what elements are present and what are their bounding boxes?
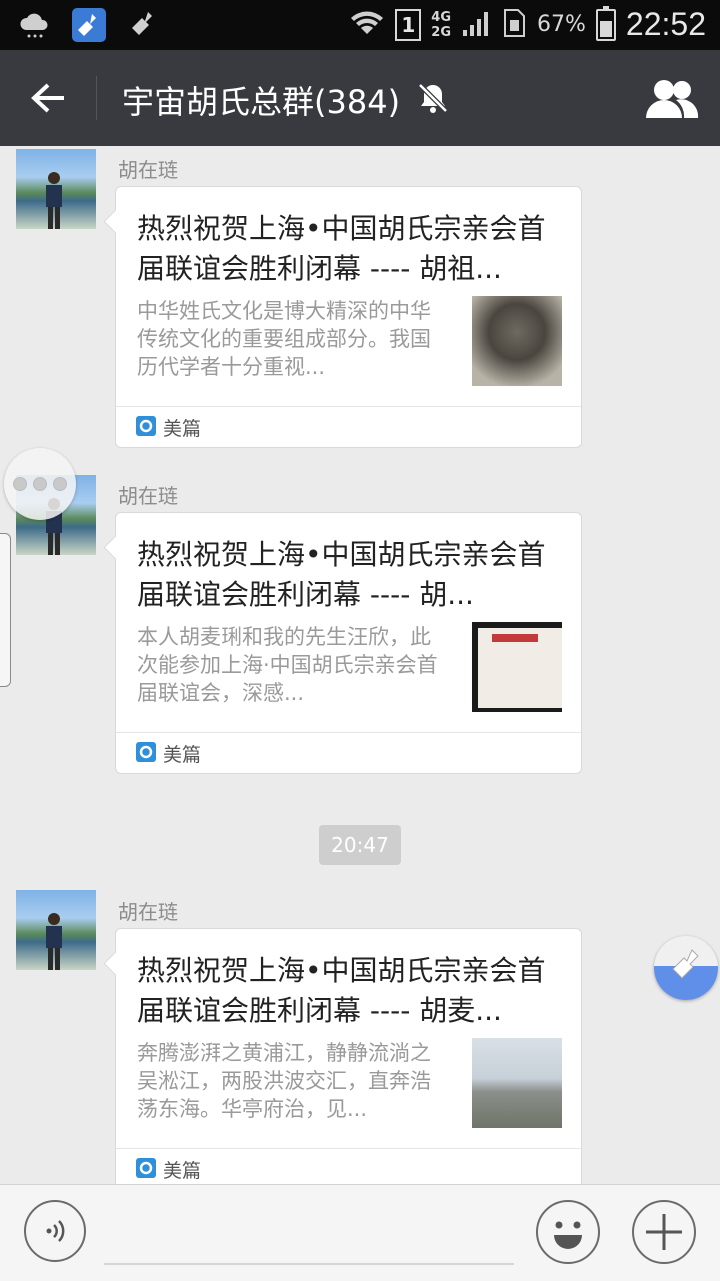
- source-label: 美篇: [163, 744, 202, 766]
- header-divider: [96, 76, 97, 120]
- voice-icon: [46, 1220, 65, 1242]
- avatar[interactable]: [16, 149, 96, 229]
- card-source: 美篇: [116, 732, 581, 773]
- source-label: 美篇: [163, 418, 202, 440]
- article-card[interactable]: 热烈祝贺上海•中国胡氏宗亲会首届联谊会胜利闭幕 ---- 胡祖... 中华姓氏文…: [115, 186, 582, 448]
- meipian-logo-icon: [136, 416, 156, 436]
- battery-icon: [595, 5, 616, 41]
- sender-name: 胡在琏: [118, 484, 178, 508]
- message-input[interactable]: [104, 1263, 514, 1265]
- weather-icon: [18, 8, 52, 42]
- edge-drawer-handle[interactable]: [0, 533, 11, 687]
- broom-icon: [672, 949, 699, 979]
- article-card[interactable]: 热烈祝贺上海•中国胡氏宗亲会首届联谊会胜利闭幕 ---- 胡... 本人胡麦琍和…: [115, 512, 582, 774]
- article-title: 热烈祝贺上海•中国胡氏宗亲会首届联谊会胜利闭幕 ---- 胡祖...: [137, 212, 546, 285]
- status-bar: 1 4G 2G 67% 22:52: [0, 0, 720, 50]
- more-actions-button[interactable]: [632, 1200, 696, 1264]
- sim-slot-indicator: 1: [395, 8, 422, 41]
- battery-percent: 67%: [537, 12, 586, 37]
- clock: 22:52: [625, 6, 706, 42]
- group-info-button[interactable]: [642, 74, 702, 124]
- emoji-button[interactable]: [536, 1200, 600, 1264]
- article-title: 热烈祝贺上海•中国胡氏宗亲会首届联谊会胜利闭幕 ---- 胡...: [137, 538, 546, 611]
- avatar[interactable]: [16, 890, 96, 970]
- floating-menu-button[interactable]: [4, 448, 76, 520]
- article-thumbnail: [472, 296, 562, 386]
- article-card[interactable]: 热烈祝贺上海•中国胡氏宗亲会首届联谊会胜利闭幕 ---- 胡麦... 奔腾澎湃之…: [115, 928, 582, 1184]
- article-title: 热烈祝贺上海•中国胡氏宗亲会首届联谊会胜利闭幕 ---- 胡麦...: [137, 954, 546, 1027]
- voice-input-button[interactable]: [24, 1200, 86, 1262]
- back-button[interactable]: [22, 74, 74, 122]
- network-type: 4G 2G: [431, 9, 452, 40]
- chat-header: 宇宙胡氏总群(384): [0, 50, 720, 146]
- sim-card-icon: [501, 8, 527, 42]
- meipian-logo-icon: [136, 1158, 156, 1178]
- article-thumbnail: [472, 622, 562, 712]
- article-thumbnail: [472, 1038, 562, 1128]
- plus-icon: [646, 1214, 682, 1250]
- article-summary: 中华姓氏文化是博大精深的中华传统文化的重要组成部分。我国历代学者十分重视...: [137, 299, 431, 379]
- meipian-logo-icon: [136, 742, 156, 762]
- dot-icon: [13, 477, 27, 491]
- sender-name: 胡在琏: [118, 900, 178, 924]
- muted-bell-icon: [416, 81, 452, 117]
- input-bar: [0, 1184, 720, 1281]
- chat-message-list[interactable]: 胡在琏 热烈祝贺上海•中国胡氏宗亲会首届联谊会胜利闭幕 ---- 胡祖... 中…: [0, 146, 720, 1184]
- sender-name: 胡在琏: [118, 158, 178, 182]
- dot-icon: [53, 477, 67, 491]
- article-summary: 本人胡麦琍和我的先生汪欣，此次能参加上海·中国胡氏宗亲会首届联谊会，深感...: [137, 625, 438, 705]
- article-summary: 奔腾澎湃之黄浦江，静静流淌之吴淞江，两股洪波交汇，直奔浩荡东海。华亭府治，见..…: [137, 1041, 431, 1121]
- group-members-icon: [646, 80, 699, 118]
- group-title: 宇宙胡氏总群(384): [122, 83, 401, 121]
- signal-icon: [461, 8, 491, 42]
- time-separator: 20:47: [319, 825, 401, 865]
- dot-icon: [33, 477, 47, 491]
- floating-cleaner-button[interactable]: [654, 936, 718, 1000]
- back-arrow-icon: [31, 83, 64, 113]
- card-source: 美篇: [116, 406, 581, 447]
- source-label: 美篇: [163, 1160, 202, 1182]
- smiley-icon: [554, 1221, 582, 1249]
- card-source: 美篇: [116, 1148, 581, 1184]
- wifi-icon: [349, 8, 385, 42]
- broom-icon: [126, 8, 160, 42]
- cleaner-app-icon: [72, 8, 106, 42]
